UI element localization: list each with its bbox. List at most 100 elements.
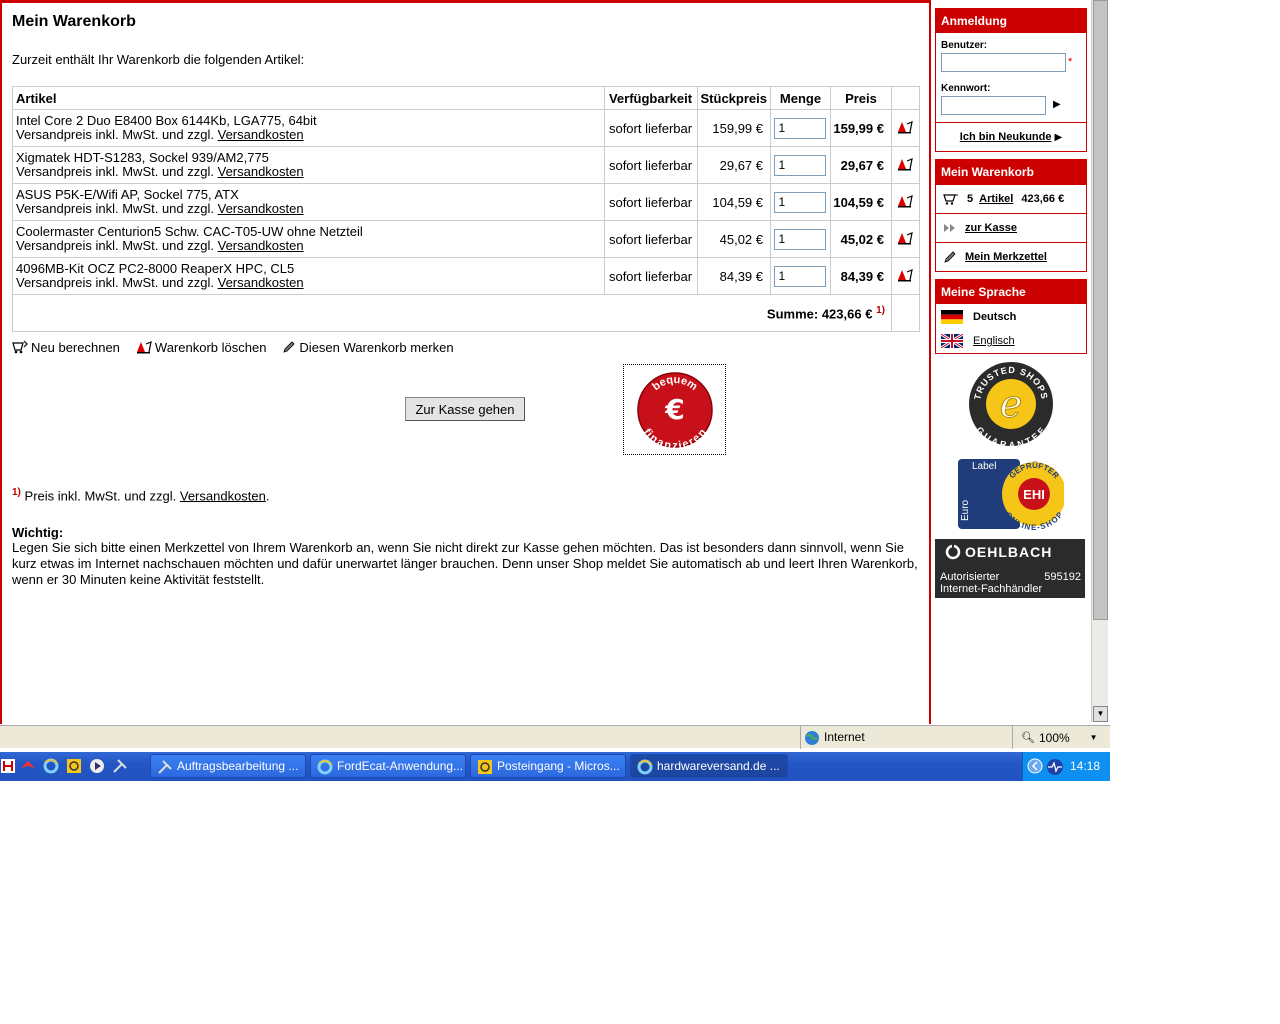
quicklaunch-honda-icon[interactable] xyxy=(20,758,36,774)
wishlist-link[interactable]: Mein Merkzettel xyxy=(965,251,1047,263)
ehi-badge[interactable]: Euro Label GEPRÜFTER ONLINE-SHOP EHI xyxy=(958,457,1064,531)
required-mark: * xyxy=(1068,55,1073,68)
taskbar-button-hardwareversand[interactable]: hardwareversand.de ... xyxy=(630,754,788,778)
shipping-text: Versandpreis inkl. MwSt. und zzgl. xyxy=(16,127,214,142)
page-title: Mein Warenkorb xyxy=(12,13,136,30)
sum-cell: Summe: 423,66 € 1) xyxy=(12,294,892,332)
quantity-input[interactable] xyxy=(774,154,827,176)
cart-actions: Neu berechnen Warenkorb löschen Diesen W… xyxy=(12,338,922,356)
delete-cart-button[interactable]: Warenkorb löschen xyxy=(136,339,267,355)
new-customer-arrow-icon[interactable]: ▶ xyxy=(1054,132,1062,143)
new-customer-link[interactable]: Ich bin Neukunde xyxy=(960,131,1052,143)
checkout-link[interactable]: zur Kasse xyxy=(965,222,1017,234)
quicklaunch-app-icon[interactable] xyxy=(0,758,16,774)
col-availability: Verfügbarkeit xyxy=(603,86,698,110)
ehi-euro-text: Euro xyxy=(960,499,971,521)
shipping-costs-link[interactable]: Versandkosten xyxy=(180,488,266,503)
item-availability: sofort lieferbar xyxy=(603,146,698,184)
col-delete xyxy=(890,86,921,110)
cart-delete-icon[interactable] xyxy=(897,231,914,245)
mini-cart-checkout: zur Kasse xyxy=(936,213,1086,242)
taskbar-button-auftrag[interactable]: Auftragsbearbeitung ... xyxy=(150,754,306,778)
item-quantity-cell xyxy=(770,146,831,184)
chevron-down-icon[interactable]: ▼ xyxy=(1090,733,1098,742)
status-bar: Internet 🔍︎ 100% ▼ xyxy=(0,725,1110,749)
network-monitor-icon[interactable] xyxy=(1046,758,1064,776)
cart-delete-icon[interactable] xyxy=(897,194,914,208)
item-quantity-cell xyxy=(770,183,831,221)
item-price: 29,67 € xyxy=(829,146,892,184)
cart-delete-icon[interactable] xyxy=(897,268,914,282)
pencil-icon xyxy=(944,251,956,263)
zoom-control[interactable]: 🔍︎ 100% ▼ xyxy=(1012,726,1110,749)
col-article: Artikel xyxy=(12,86,605,110)
scrollbar-thumb[interactable] xyxy=(1093,0,1108,620)
trusted-shops-badge[interactable]: TRUSTED SHOPS GUARANTEE e xyxy=(968,361,1054,447)
finance-badge-icon[interactable]: bequem finanzieren € xyxy=(636,371,714,449)
delete-item-button[interactable] xyxy=(890,220,921,258)
oehlbach-badge[interactable]: OEHLBACH Autorisierter 595192 Internet-F… xyxy=(935,539,1085,598)
clock: 14:18 xyxy=(1070,759,1101,773)
shipping-link[interactable]: Versandkosten xyxy=(218,127,304,142)
item-unit-price: 159,99 € xyxy=(696,109,772,147)
quantity-input[interactable] xyxy=(774,265,827,287)
tray-chevron-icon[interactable] xyxy=(1027,758,1043,774)
double-arrow-icon xyxy=(944,224,955,232)
top-border xyxy=(0,0,930,3)
mini-cart-count: 5 xyxy=(967,193,974,205)
shipping-link[interactable]: Versandkosten xyxy=(218,275,304,290)
item-cell: Intel Core 2 Duo E8400 Box 6144Kb, LGA77… xyxy=(12,109,605,147)
finance-badge[interactable]: bequem finanzieren € xyxy=(623,364,726,455)
taskbar-button-outlook[interactable]: Posteingang - Micros... xyxy=(470,754,626,778)
taskbar: Auftragsbearbeitung ... FordEcat-Anwendu… xyxy=(0,752,1110,781)
table-row: Intel Core 2 Duo E8400 Box 6144Kb, LGA77… xyxy=(12,109,921,147)
sum-row: Summe: 423,66 € 1) xyxy=(12,294,921,332)
item-price: 104,59 € xyxy=(829,183,892,221)
scroll-down-button[interactable]: ▼ xyxy=(1093,706,1108,722)
zone-label: Internet xyxy=(824,730,865,744)
mini-cart-wishlist: Mein Merkzettel xyxy=(936,242,1086,271)
sum-empty-cell xyxy=(890,294,921,332)
login-arrow-icon[interactable]: ▶ xyxy=(1053,99,1061,110)
table-row: 4096MB-Kit OCZ PC2-8000 ReaperX HPC, CL5… xyxy=(12,257,921,295)
quicklaunch-ie-icon[interactable] xyxy=(43,758,59,774)
language-english[interactable]: Englisch xyxy=(936,329,1086,353)
delete-item-button[interactable] xyxy=(890,183,921,221)
english-link[interactable]: Englisch xyxy=(973,335,1015,347)
shipping-link[interactable]: Versandkosten xyxy=(218,201,304,216)
uk-flag-icon xyxy=(941,334,963,348)
quantity-input[interactable] xyxy=(774,228,827,250)
delete-item-button[interactable] xyxy=(890,146,921,184)
recalculate-label: Neu berechnen xyxy=(31,339,120,355)
quicklaunch-outlook-icon[interactable] xyxy=(66,758,82,774)
delete-item-button[interactable] xyxy=(890,257,921,295)
shipping-link[interactable]: Versandkosten xyxy=(218,238,304,253)
cart-delete-icon[interactable] xyxy=(897,120,914,134)
quantity-input[interactable] xyxy=(774,117,827,139)
item-cell: 4096MB-Kit OCZ PC2-8000 ReaperX HPC, CL5… xyxy=(12,257,605,295)
vertical-scrollbar[interactable]: ▼ xyxy=(1091,0,1108,722)
oehlbach-logo: OEHLBACH xyxy=(945,544,1052,560)
quantity-input[interactable] xyxy=(774,191,827,213)
item-availability: sofort lieferbar xyxy=(603,183,698,221)
pencil-icon xyxy=(283,341,295,353)
quicklaunch-tool-icon[interactable] xyxy=(112,758,128,774)
trusted-shops-letter: e xyxy=(1000,382,1023,426)
delete-item-button[interactable] xyxy=(890,109,921,147)
language-german[interactable]: Deutsch xyxy=(936,305,1086,329)
shipping-link[interactable]: Versandkosten xyxy=(218,164,304,179)
password-input[interactable] xyxy=(941,96,1046,115)
username-input[interactable] xyxy=(941,53,1066,72)
checkout-button[interactable]: Zur Kasse gehen xyxy=(405,397,525,421)
taskbar-button-fordecat[interactable]: FordEcat-Anwendung... xyxy=(310,754,466,778)
taskbar-label: Posteingang - Micros... xyxy=(497,759,620,773)
cart-delete-icon[interactable] xyxy=(897,157,914,171)
mini-cart-articles-link[interactable]: Artikel xyxy=(979,193,1013,205)
recalculate-button[interactable]: Neu berechnen xyxy=(12,340,120,355)
delete-cart-label: Warenkorb löschen xyxy=(154,339,267,355)
security-zone: Internet xyxy=(800,726,1010,749)
item-shipping: Versandpreis inkl. MwSt. und zzgl. Versa… xyxy=(16,165,604,179)
quicklaunch-media-icon[interactable] xyxy=(89,758,105,774)
remember-cart-button[interactable]: Diesen Warenkorb merken xyxy=(282,340,454,355)
cart-main: Mein Warenkorb Zurzeit enthält Ihr Waren… xyxy=(12,10,922,588)
